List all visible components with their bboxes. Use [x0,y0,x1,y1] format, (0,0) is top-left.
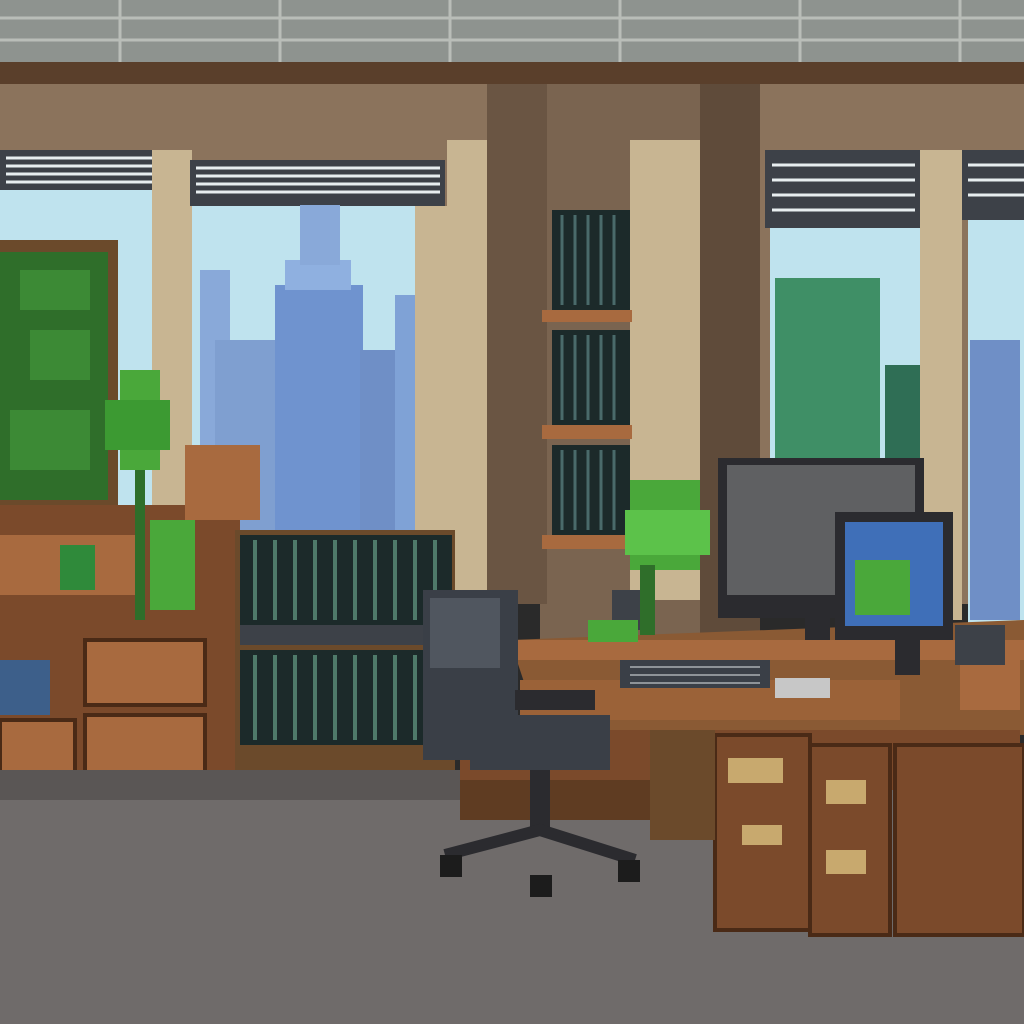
wall-bookshelf [542,210,632,549]
green-board [0,240,118,510]
low-bookcase [235,530,455,770]
ceiling [0,0,1024,84]
office-illustration [0,0,1024,1024]
pixel-office-scene [0,0,1024,1024]
left-cabinets [0,505,240,810]
floor-edge [0,770,460,800]
